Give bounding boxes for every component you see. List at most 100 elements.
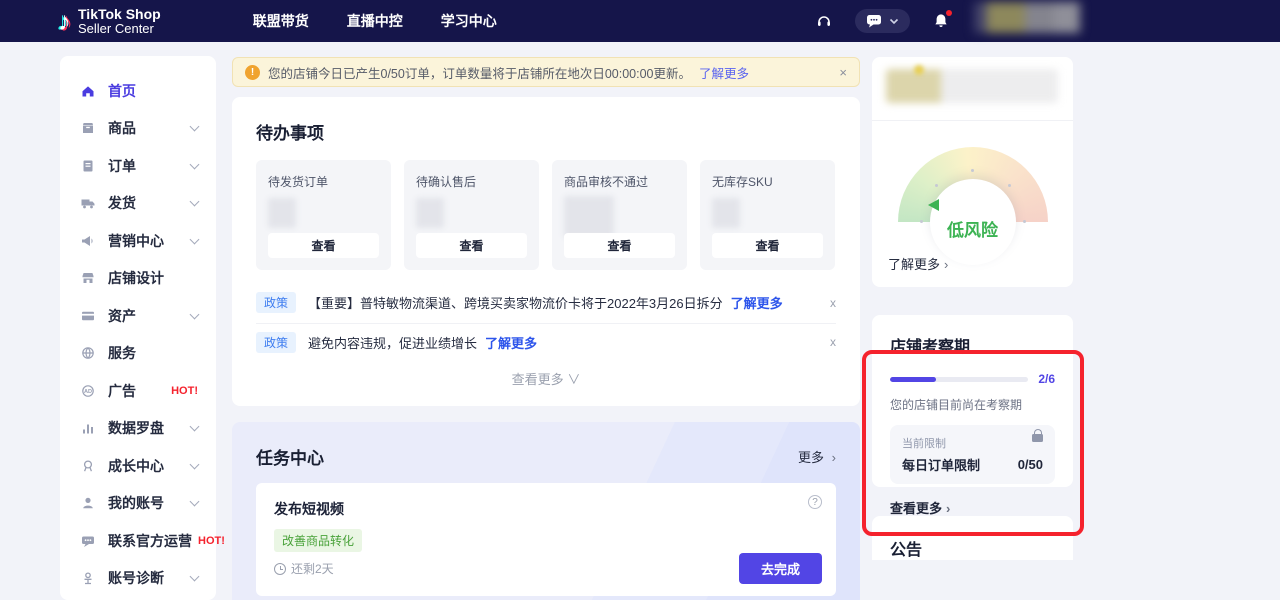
sidebar-item-services[interactable]: 服务	[60, 335, 216, 373]
bank-card-icon	[80, 308, 96, 324]
probation-period-card: 店铺考察期 2/6 您的店铺目前尚在考察期 当前限制 每日订单限制 0/50 查…	[872, 315, 1073, 487]
sidebar-item-data-compass[interactable]: 数据罗盘	[60, 410, 216, 448]
sidebar-item-assets[interactable]: 资产	[60, 297, 216, 335]
close-icon[interactable]: ×	[839, 65, 847, 80]
sidebar-item-label: 营销中心	[108, 231, 191, 251]
chevron-down-icon	[190, 572, 200, 582]
chevron-down-icon	[190, 459, 200, 469]
notifications-button[interactable]	[932, 12, 950, 30]
sidebar-item-shop-design[interactable]: 店铺设计	[60, 260, 216, 298]
current-limit-box: 当前限制 每日订单限制 0/50	[890, 425, 1055, 484]
sidebar-item-my-account[interactable]: 我的账号	[60, 485, 216, 523]
sidebar-item-ads[interactable]: AD 广告 HOT!	[60, 372, 216, 410]
page-body: 首页 商品 订单 发货 营销中心 店铺设计 资产	[0, 42, 1280, 600]
sidebar-item-marketing[interactable]: 营销中心	[60, 222, 216, 260]
policy-row: 政策 避免内容违规，促进业绩增长 了解更多 x	[256, 323, 836, 360]
gauge-tick	[971, 169, 974, 172]
censored-value	[416, 198, 444, 228]
progress-track	[890, 377, 1028, 382]
censored-card-header	[872, 57, 1073, 121]
policy-text: 避免内容违规，促进业绩增长	[308, 333, 477, 352]
task-center-card: 任务中心 更多 › 发布短视频 ? 改善商品转化 还剩2天 去完成	[232, 422, 860, 600]
close-icon[interactable]: x	[830, 296, 836, 310]
probation-description: 您的店铺目前尚在考察期	[890, 396, 1055, 413]
help-icon[interactable]: ?	[808, 495, 822, 509]
messages-button[interactable]	[855, 9, 910, 33]
chat-icon	[80, 533, 96, 549]
arrow-right-icon: ›	[944, 257, 948, 272]
risk-learn-more-link[interactable]: 了解更多›	[888, 254, 948, 273]
sidebar-item-label: 账号诊断	[108, 568, 191, 588]
sidebar-item-label: 店铺设计	[108, 268, 198, 288]
censored-value	[564, 196, 614, 238]
order-document-icon	[80, 158, 96, 174]
risk-level-label: 低风险	[872, 216, 1073, 241]
clock-icon	[274, 563, 286, 575]
todo-title: 待办事项	[256, 119, 836, 144]
policy-badge: 政策	[256, 332, 296, 353]
chevron-down-icon	[190, 422, 200, 432]
censored-value	[914, 65, 924, 75]
svg-text:AD: AD	[84, 389, 92, 395]
sidebar-item-account-diagnosis[interactable]: 账号诊断	[60, 560, 216, 598]
todo-tile-pending-aftersales: 待确认售后 查看	[404, 160, 539, 270]
probation-see-more-link[interactable]: 查看更多›	[890, 498, 1055, 517]
policy-row: 政策 【重要】普特敏物流渠道、跨境买卖家物流价卡将于2022年3月26日拆分 了…	[256, 284, 836, 321]
nav-affiliate[interactable]: 联盟带货	[253, 11, 309, 31]
user-icon	[80, 495, 96, 511]
avatar[interactable]	[974, 2, 1080, 33]
policy-learn-more-link[interactable]: 了解更多	[485, 333, 537, 352]
view-button[interactable]: 查看	[416, 233, 527, 258]
headset-icon[interactable]	[815, 12, 833, 30]
progress-fill	[890, 377, 936, 382]
nav-learning-center[interactable]: 学习中心	[441, 11, 497, 31]
todo-tile-review-failed: 商品审核不通过 查看	[552, 160, 687, 270]
view-button[interactable]: 查看	[268, 233, 379, 258]
megaphone-icon	[80, 233, 96, 249]
view-button[interactable]: 查看	[712, 233, 823, 258]
todo-tile-pending-shipments: 待发货订单 查看	[256, 160, 391, 270]
brand-line2: Seller Center	[78, 22, 161, 36]
chevron-down-icon	[190, 497, 200, 507]
right-column: 低风险 了解更多› 店铺考察期 2/6 您的店铺目前尚在考察期 当前限制 每日订…	[872, 57, 1073, 560]
main-content: ! 您的店铺今日已产生0/50订单，订单数量将于店铺所在地次日00:00:00更…	[232, 57, 860, 600]
sidebar-item-growth-center[interactable]: 成长中心	[60, 447, 216, 485]
task-footer: 还剩2天 去完成	[274, 553, 822, 584]
sidebar-item-shipping[interactable]: 发货	[60, 185, 216, 223]
see-more-button[interactable]: 查看更多 ∨	[256, 360, 836, 392]
hot-badge: HOT!	[171, 385, 198, 397]
arrow-right-icon: ›	[832, 450, 836, 465]
lock-icon	[1032, 434, 1043, 442]
sidebar-item-label: 发货	[108, 193, 191, 213]
sidebar-item-contact-official[interactable]: 联系官方运营 HOT!	[60, 522, 216, 560]
sidebar-item-label: 广告	[108, 381, 165, 401]
sidebar-item-label: 订单	[108, 156, 191, 176]
bar-chart-icon	[80, 420, 96, 436]
order-limit-banner: ! 您的店铺今日已产生0/50订单，订单数量将于店铺所在地次日00:00:00更…	[232, 57, 860, 87]
progress-label: 2/6	[1038, 372, 1055, 386]
chevron-down-icon	[190, 234, 200, 244]
hot-badge: HOT!	[198, 535, 225, 547]
chevron-down-icon	[190, 197, 200, 207]
task-more-link[interactable]: 更多 ›	[798, 447, 836, 466]
sidebar-item-home[interactable]: 首页	[60, 72, 216, 110]
sidebar-item-orders[interactable]: 订单	[60, 147, 216, 185]
sidebar-item-label: 数据罗盘	[108, 418, 191, 438]
go-complete-button[interactable]: 去完成	[739, 553, 822, 584]
close-icon[interactable]: x	[830, 335, 836, 349]
sidebar-item-products[interactable]: 商品	[60, 110, 216, 148]
chevron-down-icon	[190, 159, 200, 169]
sidebar-item-label: 联系官方运营	[108, 531, 192, 551]
tile-label: 待发货订单	[268, 173, 379, 190]
nav-live-console[interactable]: 直播中控	[347, 11, 403, 31]
ads-icon: AD	[80, 383, 96, 399]
gauge-tick	[935, 184, 938, 187]
shop-health-card: 低风险 了解更多›	[872, 57, 1073, 287]
censored-value	[268, 198, 296, 228]
censored-value	[712, 198, 740, 228]
banner-learn-more-link[interactable]: 了解更多	[699, 63, 749, 82]
policy-learn-more-link[interactable]: 了解更多	[731, 293, 783, 312]
globe-icon	[80, 345, 96, 361]
view-button[interactable]: 查看	[564, 233, 675, 258]
tiktok-shop-logo[interactable]: ♪ TikTok Shop Seller Center	[58, 7, 161, 35]
